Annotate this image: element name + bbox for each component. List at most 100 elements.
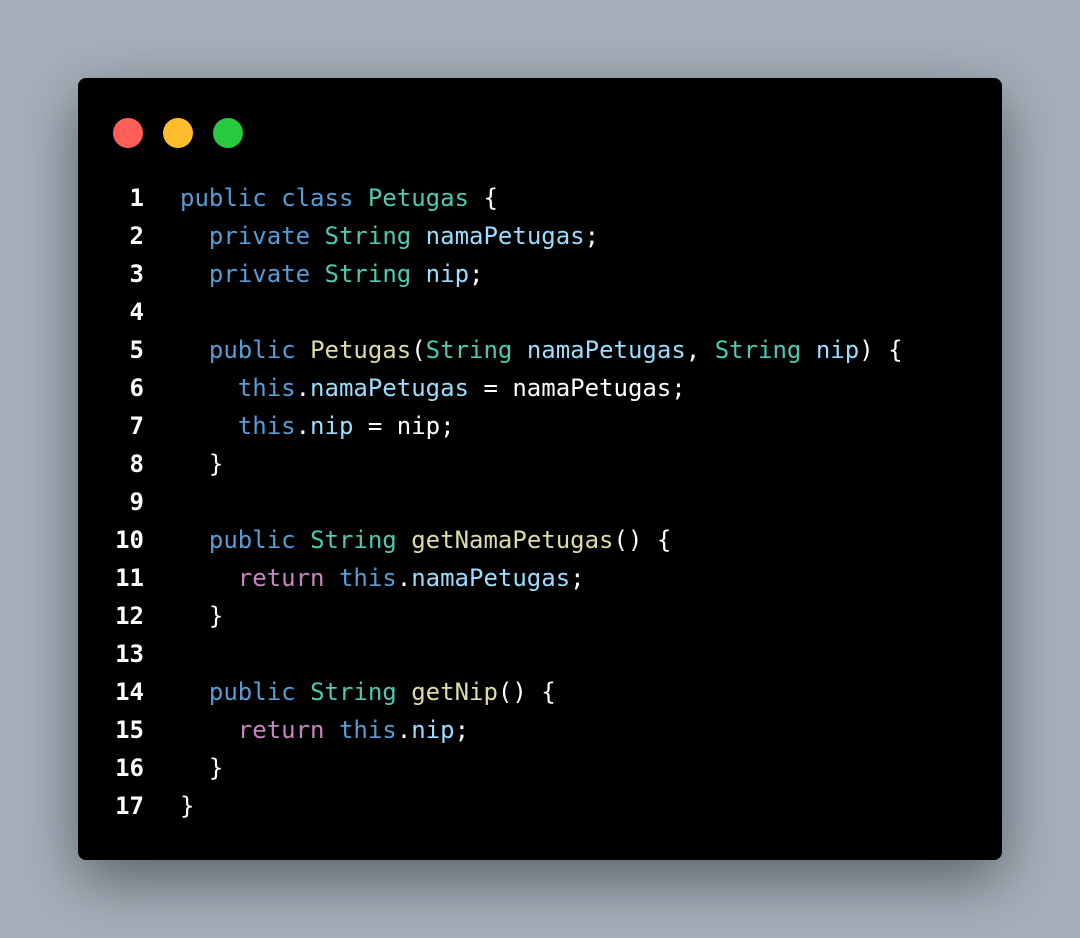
code-token: { (469, 184, 498, 212)
line-number: 4 (129, 298, 144, 326)
line-number: 13 (115, 640, 144, 668)
code-token: this (338, 564, 397, 592)
code-text: public String getNamaPetugas() { (144, 521, 671, 559)
code-line: 3 private String nip; (78, 255, 1002, 293)
code-token: nip (310, 412, 354, 440)
line-number: 9 (129, 488, 144, 516)
code-token: () { (613, 526, 672, 554)
code-block: 1 public class Petugas {2 private String … (78, 179, 1002, 825)
code-token: String (324, 260, 412, 288)
code-token: String (310, 678, 397, 706)
code-token: = nip; (353, 412, 455, 440)
code-token: . (396, 716, 412, 744)
code-text: public class Petugas { (144, 179, 498, 217)
code-text: this.namaPetugas = namaPetugas; (144, 369, 686, 407)
code-token: String (310, 526, 397, 554)
code-token: } (180, 792, 195, 820)
code-line: 2 private String namaPetugas; (78, 217, 1002, 255)
code-token: = namaPetugas; (469, 374, 686, 402)
line-number: 16 (115, 754, 144, 782)
code-token: . (295, 412, 311, 440)
code-token: this (237, 412, 296, 440)
code-text: private String nip; (144, 255, 484, 293)
code-token: namaPetugas (526, 336, 686, 364)
code-line: 16 } (78, 749, 1002, 787)
code-token: private (208, 222, 311, 250)
maximize-window-button[interactable] (213, 118, 243, 148)
code-line: 12 } (78, 597, 1002, 635)
code-token: , (685, 336, 715, 364)
code-token: String (425, 336, 513, 364)
code-token: getNamaPetugas (411, 526, 614, 554)
code-token: nip (411, 716, 455, 744)
code-token: ) { (859, 336, 903, 364)
line-number: 7 (129, 412, 144, 440)
line-number: 1 (129, 184, 144, 212)
minimize-window-button[interactable] (163, 118, 193, 148)
code-line: 17} (78, 787, 1002, 825)
code-text: } (144, 597, 223, 635)
code-line: 14 public String getNip() { (78, 673, 1002, 711)
line-number: 17 (115, 792, 144, 820)
code-token: () { (497, 678, 556, 706)
code-line: 13 (78, 635, 1002, 673)
line-number: 15 (115, 716, 144, 744)
code-line: 6 this.namaPetugas = namaPetugas; (78, 369, 1002, 407)
code-token: namaPetugas (310, 374, 469, 402)
line-number: 12 (115, 602, 144, 630)
code-token: private (208, 260, 311, 288)
code-line: 1 public class Petugas { (78, 179, 1002, 217)
code-token: ; (570, 564, 585, 592)
code-token: public (208, 526, 296, 554)
code-token: getNip (411, 678, 498, 706)
code-line: 11 return this.namaPetugas; (78, 559, 1002, 597)
code-text: } (144, 749, 223, 787)
code-token: nip (425, 260, 470, 288)
code-token: class (281, 184, 354, 212)
code-line: 5 public Petugas(String namaPetugas, Str… (78, 331, 1002, 369)
code-token: Petugas (367, 184, 470, 212)
code-token: Petugas (310, 336, 412, 364)
code-token: namaPetugas (411, 564, 571, 592)
code-token: . (396, 564, 412, 592)
code-line: 9 (78, 483, 1002, 521)
code-token: this (237, 374, 296, 402)
code-token: . (295, 374, 311, 402)
code-line: 7 this.nip = nip; (78, 407, 1002, 445)
code-text: } (144, 787, 194, 825)
line-number: 3 (129, 260, 144, 288)
code-token: ; (469, 260, 484, 288)
code-token: this (338, 716, 397, 744)
code-token: } (180, 602, 224, 630)
code-window: 1 public class Petugas {2 private String … (78, 78, 1002, 860)
code-token: public (208, 336, 296, 364)
line-number: 5 (129, 336, 144, 364)
close-window-button[interactable] (113, 118, 143, 148)
code-token: namaPetugas (425, 222, 585, 250)
code-token: ; (454, 716, 470, 744)
code-text: return this.namaPetugas; (144, 559, 585, 597)
code-token: public (208, 678, 296, 706)
code-token: ; (584, 222, 600, 250)
